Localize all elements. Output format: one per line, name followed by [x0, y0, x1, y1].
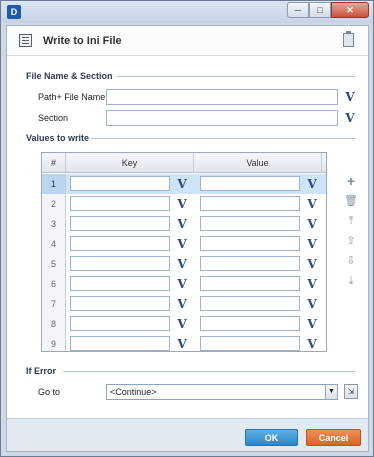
list-icon	[19, 34, 32, 47]
value-input[interactable]	[200, 276, 300, 291]
row-number: 1	[42, 174, 66, 194]
table-row[interactable]: 3 V V	[42, 214, 326, 234]
grid-header: # Key Value	[42, 153, 326, 173]
row-number: 9	[42, 334, 66, 351]
table-row[interactable]: 6 V V	[42, 274, 326, 294]
values-grid: # Key Value 1VV2VV3VV4VV5VV6VV7VV8VV9VV …	[41, 152, 327, 352]
table-row[interactable]: 2 V V	[42, 194, 326, 214]
value-input[interactable]	[200, 296, 300, 311]
minimize-button[interactable]: ─	[287, 2, 309, 18]
value-variable-button[interactable]: V	[304, 296, 320, 312]
table-row[interactable]: 1 V V	[42, 174, 326, 194]
goto-select-value: <Continue>	[110, 387, 157, 397]
value-variable-button[interactable]: V	[304, 176, 320, 192]
row-number: 7	[42, 294, 66, 314]
key-input[interactable]	[70, 196, 170, 211]
row-number: 4	[42, 234, 66, 254]
key-variable-button[interactable]: V	[174, 176, 190, 192]
values-section-title: Values to write	[26, 133, 90, 143]
value-input[interactable]	[200, 236, 300, 251]
title-bar: D ─ □ ✕	[1, 1, 373, 23]
key-variable-button[interactable]: V	[174, 216, 190, 232]
move-up-icon[interactable]: ⇧	[344, 234, 358, 248]
move-down-icon[interactable]: ⇩	[344, 254, 358, 268]
value-variable-button[interactable]: V	[304, 196, 320, 212]
value-variable-button[interactable]: V	[304, 216, 320, 232]
key-variable-button[interactable]: V	[174, 316, 190, 332]
value-input[interactable]	[200, 256, 300, 271]
value-variable-button[interactable]: V	[304, 336, 320, 351]
value-input[interactable]	[200, 336, 300, 351]
key-input[interactable]	[70, 336, 170, 351]
path-input[interactable]	[106, 89, 338, 105]
row-number: 8	[42, 314, 66, 334]
app-logo-icon: D	[7, 5, 21, 19]
maximize-button[interactable]: □	[309, 2, 331, 18]
section-divider	[91, 138, 355, 139]
key-input[interactable]	[70, 276, 170, 291]
goto-select[interactable]: <Continue> ▼	[106, 384, 338, 400]
path-variable-button[interactable]: V	[342, 89, 358, 105]
key-input[interactable]	[70, 316, 170, 331]
column-header-num: #	[42, 153, 66, 173]
key-variable-button[interactable]: V	[174, 296, 190, 312]
key-input[interactable]	[70, 256, 170, 271]
row-number: 5	[42, 254, 66, 274]
table-row[interactable]: 5 V V	[42, 254, 326, 274]
row-number: 3	[42, 214, 66, 234]
section-divider	[117, 76, 355, 77]
path-label: Path+ File Name	[38, 92, 106, 102]
add-icon[interactable]: +	[344, 174, 358, 188]
key-variable-button[interactable]: V	[174, 236, 190, 252]
clipboard-icon[interactable]	[343, 31, 354, 47]
move-top-icon[interactable]: ⤒	[344, 214, 358, 228]
row-number: 6	[42, 274, 66, 294]
key-input[interactable]	[70, 236, 170, 251]
dialog-title: Write to Ini File	[43, 35, 122, 47]
key-variable-button[interactable]: V	[174, 196, 190, 212]
row-number: 2	[42, 194, 66, 214]
cancel-button[interactable]: Cancel	[306, 429, 361, 446]
value-variable-button[interactable]: V	[304, 276, 320, 292]
value-input[interactable]	[200, 176, 300, 191]
key-input[interactable]	[70, 296, 170, 311]
value-input[interactable]	[200, 316, 300, 331]
value-input[interactable]	[200, 196, 300, 211]
dialog-header: Write to Ini File	[7, 26, 368, 56]
value-variable-button[interactable]: V	[304, 256, 320, 272]
table-row[interactable]: 9 V V	[42, 334, 326, 351]
dialog-content: Write to Ini File File Name & Section Pa…	[6, 25, 369, 452]
section-input[interactable]	[106, 110, 338, 126]
goto-target-button[interactable]: ⇲	[344, 384, 358, 399]
key-variable-button[interactable]: V	[174, 256, 190, 272]
delete-icon[interactable]: 🗑	[344, 194, 358, 208]
file-section-title: File Name & Section	[26, 71, 113, 81]
move-bottom-icon[interactable]: ⤓	[344, 274, 358, 288]
section-variable-button[interactable]: V	[342, 110, 358, 126]
key-input[interactable]	[70, 216, 170, 231]
dialog-footer: OK Cancel	[7, 418, 368, 451]
section-divider	[63, 371, 355, 372]
ok-button[interactable]: OK	[245, 429, 298, 446]
error-section-title: If Error	[26, 366, 57, 376]
column-header-value[interactable]: Value	[194, 153, 322, 173]
value-input[interactable]	[200, 216, 300, 231]
chevron-down-icon[interactable]: ▼	[325, 385, 337, 399]
table-row[interactable]: 4 V V	[42, 234, 326, 254]
dialog-window: D ─ □ ✕ Write to Ini File File Name & Se…	[0, 0, 374, 457]
column-header-key[interactable]: Key	[66, 153, 194, 173]
value-variable-button[interactable]: V	[304, 316, 320, 332]
value-variable-button[interactable]: V	[304, 236, 320, 252]
key-input[interactable]	[70, 176, 170, 191]
key-variable-button[interactable]: V	[174, 336, 190, 351]
close-button[interactable]: ✕	[331, 2, 369, 18]
table-row[interactable]: 8 V V	[42, 314, 326, 334]
key-variable-button[interactable]: V	[174, 276, 190, 292]
section-label: Section	[38, 113, 69, 123]
goto-label: Go to	[38, 387, 61, 397]
table-row[interactable]: 7 V V	[42, 294, 326, 314]
